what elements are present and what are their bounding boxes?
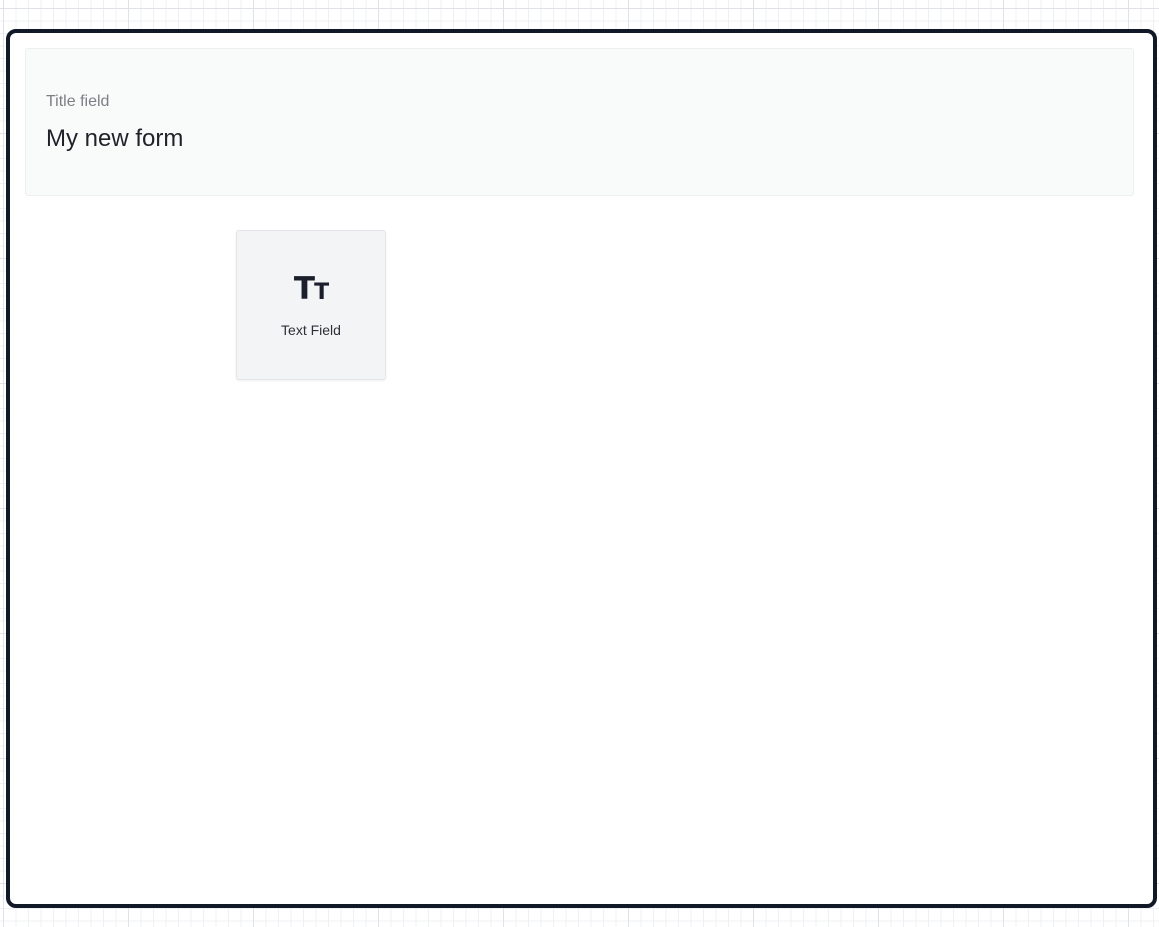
text-field-button[interactable]: TT Text Field bbox=[236, 230, 386, 380]
text-size-icon: TT bbox=[293, 271, 329, 307]
title-field-label: Title field bbox=[46, 93, 110, 110]
title-field[interactable]: Title field bbox=[25, 48, 1134, 196]
text-field-label: Text Field bbox=[281, 322, 341, 338]
title-field-input[interactable] bbox=[46, 125, 646, 153]
form-canvas: Title field TT Text Field bbox=[6, 29, 1157, 908]
